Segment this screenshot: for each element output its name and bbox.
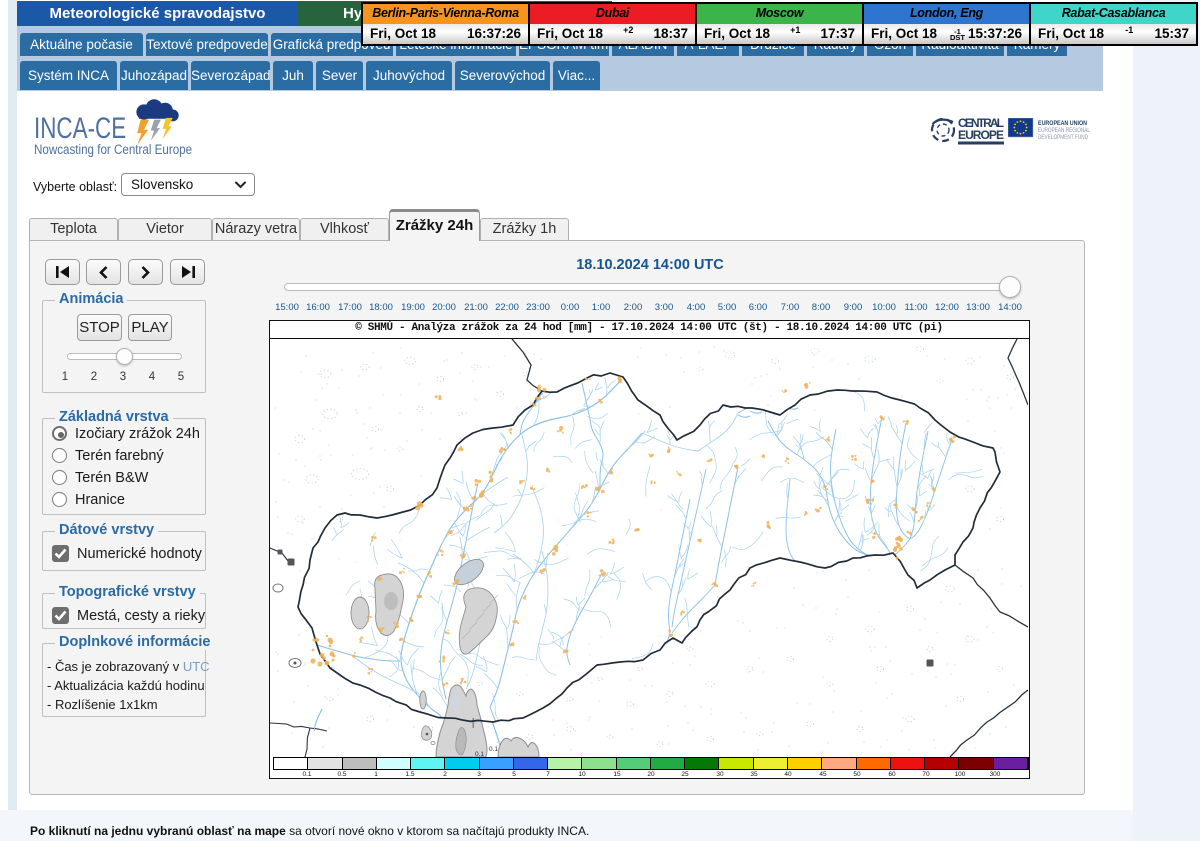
svg-text:0.1: 0.1 — [489, 746, 498, 753]
svg-text:EUROPEAN REGIONAL: EUROPEAN REGIONAL — [1038, 128, 1091, 134]
svg-text:EUROPEAN UNION: EUROPEAN UNION — [1038, 120, 1087, 127]
svg-text:DEVELOPMENT FUND: DEVELOPMENT FUND — [1038, 135, 1089, 141]
svg-text:EUROPE: EUROPE — [958, 128, 1004, 142]
